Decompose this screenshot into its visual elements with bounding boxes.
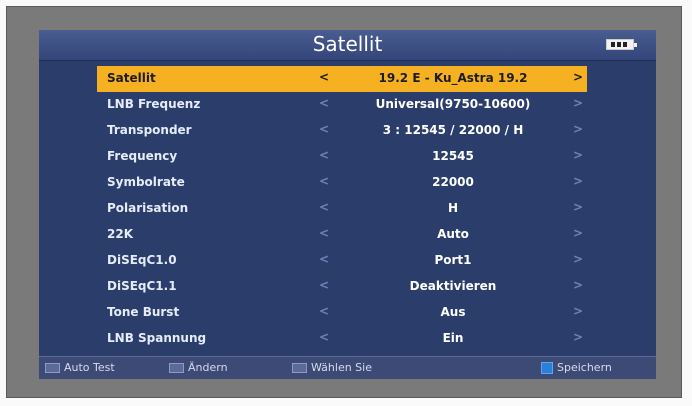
osd-screen: Satellit Satellit <19.2 E - Ku_Astra 19.2… [39, 30, 656, 379]
arrow-right-icon[interactable]: > [573, 252, 583, 266]
menu-row-label: Symbolrate [107, 175, 185, 189]
menu-row-diseqc1-0[interactable]: DiSEqC1.0 < Port1 > [97, 248, 587, 274]
menu-row-label: Satellit [107, 71, 156, 85]
wahlen-label: Wählen Sie [311, 361, 372, 374]
menu-row-label: DiSEqC1.0 [107, 253, 177, 267]
remote-key-icon [292, 363, 307, 373]
auto-test-button[interactable]: Auto Test [45, 361, 115, 374]
menu-row-label: LNB Frequenz [107, 97, 201, 111]
battery-icon [606, 39, 637, 50]
menu-row-label: Tone Burst [107, 305, 180, 319]
menu-row-value: H [447, 201, 459, 215]
arrow-left-icon[interactable]: < [319, 122, 329, 136]
menu-row-value: Aus [440, 305, 466, 319]
arrow-left-icon[interactable]: < [319, 304, 329, 318]
menu-row-value: Ein [442, 331, 464, 345]
menu-row-22k[interactable]: 22K < Auto > [97, 222, 587, 248]
menu-row-value: 3 : 12545 / 22000 / H [382, 123, 524, 137]
menu-row-diseqc1-1[interactable]: DiSEqC1.1 < Deaktivieren > [97, 274, 587, 300]
menu-row-symbolrate[interactable]: Symbolrate <22000 > [97, 170, 587, 196]
menu-row-label: 22K [107, 227, 133, 241]
arrow-right-icon[interactable]: > [573, 148, 583, 162]
arrow-right-icon[interactable]: > [573, 174, 583, 188]
arrow-left-icon[interactable]: < [319, 200, 329, 214]
footer-bar: Auto Test Ändern Wählen Sie Speichern [39, 356, 656, 379]
menu-row-value: Auto [437, 227, 469, 241]
arrow-left-icon[interactable]: < [319, 148, 329, 162]
remote-key-icon [169, 363, 184, 373]
andern-label: Ändern [188, 361, 228, 374]
settings-menu: Satellit <19.2 E - Ku_Astra 19.2 > LNB Freq… [97, 66, 587, 352]
andern-button[interactable]: Ändern [169, 361, 228, 374]
menu-row-label: DiSEqC1.1 [107, 279, 177, 293]
menu-row-value: Universal(9750-10600) [375, 97, 531, 111]
arrow-left-icon[interactable]: < [319, 174, 329, 188]
arrow-right-icon[interactable]: > [573, 278, 583, 292]
menu-row-label: Transponder [107, 123, 192, 137]
menu-row-transponder[interactable]: Transponder <3 : 12545 / 22000 / H > [97, 118, 587, 144]
arrow-right-icon[interactable]: > [573, 200, 583, 214]
menu-row-tone-burst[interactable]: Tone Burst < Aus > [97, 300, 587, 326]
menu-row-value: Port1 [434, 253, 472, 267]
blue-square-icon [541, 362, 553, 374]
arrow-right-icon[interactable]: > [573, 330, 583, 344]
menu-row-label: Polarisation [107, 201, 189, 215]
menu-row-value: 12545 [432, 149, 474, 163]
title-bar: Satellit [39, 30, 656, 61]
auto-test-label: Auto Test [64, 361, 115, 374]
arrow-left-icon[interactable]: < [319, 330, 329, 344]
speichern-button[interactable]: Speichern [541, 361, 612, 374]
menu-row-value: 19.2 E - Ku_Astra 19.2 [378, 71, 528, 85]
menu-row-label: LNB Spannung [107, 331, 207, 345]
arrow-right-icon[interactable]: > [573, 70, 583, 84]
arrow-right-icon[interactable]: > [573, 226, 583, 240]
wahlen-button[interactable]: Wählen Sie [292, 361, 372, 374]
menu-row-label: Frequency [107, 149, 178, 163]
menu-row-lnb-spannung[interactable]: LNB Spannung < Ein > [97, 326, 587, 352]
arrow-left-icon[interactable]: < [319, 226, 329, 240]
page-title: Satellit [312, 32, 383, 56]
arrow-left-icon[interactable]: < [319, 252, 329, 266]
menu-row-satellit[interactable]: Satellit <19.2 E - Ku_Astra 19.2 > [97, 66, 587, 92]
arrow-left-icon[interactable]: < [319, 96, 329, 110]
menu-row-frequency[interactable]: Frequency <12545 > [97, 144, 587, 170]
menu-row-lnb-frequenz[interactable]: LNB Frequenz < Universal(9750-10600) > [97, 92, 587, 118]
arrow-right-icon[interactable]: > [573, 122, 583, 136]
remote-key-icon [45, 363, 60, 373]
menu-row-value: 22000 [432, 175, 474, 189]
arrow-right-icon[interactable]: > [573, 304, 583, 318]
arrow-left-icon[interactable]: < [319, 70, 329, 84]
menu-row-value: Deaktivieren [409, 279, 497, 293]
speichern-label: Speichern [557, 361, 612, 374]
arrow-right-icon[interactable]: > [573, 96, 583, 110]
menu-row-polarisation[interactable]: Polarisation < H > [97, 196, 587, 222]
arrow-left-icon[interactable]: < [319, 278, 329, 292]
